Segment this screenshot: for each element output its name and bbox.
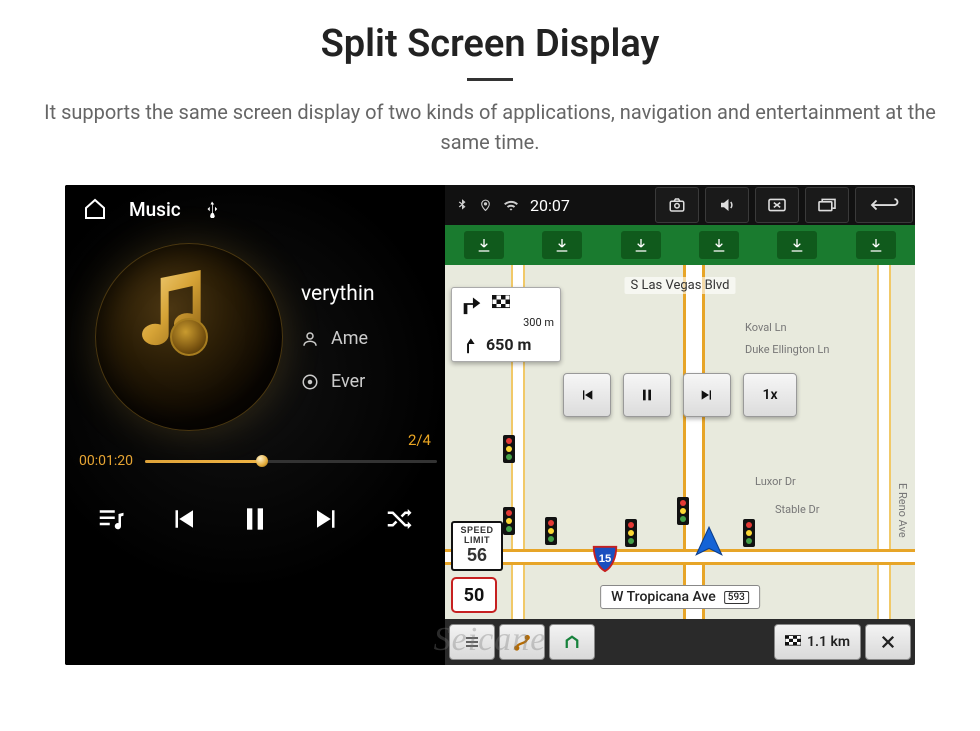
album-name: Ever — [331, 371, 365, 392]
volume-button[interactable] — [705, 187, 749, 223]
music-top-bar: Music — [65, 185, 445, 233]
nav-bottom-bar: 1.1 km — [445, 619, 915, 665]
track-index: 2/4 — [65, 431, 445, 449]
home-icon[interactable] — [83, 197, 107, 221]
seek-bar[interactable] — [145, 460, 437, 463]
nav-close-button[interactable] — [865, 624, 911, 660]
nav-next-distance[interactable]: 1.1 km — [774, 624, 861, 660]
current-street-name: W Tropicana Ave — [611, 589, 716, 605]
checkered-flag-icon — [492, 295, 510, 313]
music-pane: Music — [65, 185, 445, 665]
music-content-row: verythin Ame Ever — [65, 233, 445, 435]
seek-handle[interactable] — [256, 455, 268, 467]
sim-next-button[interactable] — [683, 373, 731, 417]
pause-button[interactable] — [233, 497, 277, 541]
right-pane: 20:07 — [445, 185, 915, 665]
traffic-light-icon — [503, 435, 515, 463]
album-art[interactable] — [95, 243, 283, 431]
speed-limit-value: 56 — [455, 545, 499, 565]
download-icon[interactable] — [777, 231, 817, 259]
elapsed-time: 00:01:20 — [79, 453, 133, 469]
playlist-button[interactable] — [89, 497, 133, 541]
music-top-title: Music — [129, 198, 181, 221]
next-track-button[interactable] — [305, 497, 349, 541]
close-app-button[interactable] — [755, 187, 799, 223]
checkered-flag-icon — [785, 635, 801, 649]
artist-name: Ame — [331, 328, 368, 349]
sim-speed-button[interactable]: 1x — [743, 373, 797, 417]
usb-icon[interactable] — [203, 200, 221, 218]
turn-secondary-distance: 300 m — [458, 316, 554, 329]
download-icon[interactable] — [856, 231, 896, 259]
interstate-shield: 15 — [590, 543, 620, 573]
download-icon[interactable] — [464, 231, 504, 259]
street-label: Duke Ellington Ln — [745, 343, 829, 356]
traffic-light-icon — [743, 519, 755, 547]
street-label: Luxor Dr — [755, 475, 796, 488]
street-label: Stable Dr — [775, 503, 819, 516]
screenshot-button[interactable] — [655, 187, 699, 223]
clock-label: 20:07 — [530, 196, 570, 215]
traffic-light-icon — [677, 497, 689, 525]
map-area[interactable]: S Las Vegas Blvd Koval Ln Duke Ellington… — [445, 225, 915, 665]
status-bar: 20:07 — [445, 185, 915, 225]
current-speed: 50 — [451, 577, 497, 613]
interstate-number: 15 — [599, 553, 612, 565]
sim-controls: 1x — [563, 373, 797, 417]
vehicle-cursor-icon — [692, 525, 726, 559]
recent-apps-button[interactable] — [805, 187, 849, 223]
shuffle-button[interactable] — [377, 497, 421, 541]
track-meta: verythin Ame Ever — [301, 282, 375, 392]
traffic-light-icon — [625, 519, 637, 547]
download-icon[interactable] — [621, 231, 661, 259]
track-title: verythin — [301, 282, 375, 306]
location-icon — [479, 197, 492, 213]
title-underline — [467, 78, 513, 81]
turn-right-then-left-icon — [458, 292, 486, 316]
artist-row: Ame — [301, 328, 375, 349]
nav-route-button[interactable] — [499, 624, 545, 660]
current-street-ribbon: W Tropicana Ave 593 — [600, 585, 760, 609]
road — [877, 265, 891, 665]
album-row: Ever — [301, 371, 375, 392]
route-shield: 593 — [724, 591, 749, 604]
person-icon — [301, 330, 319, 348]
turn-left-icon — [458, 333, 480, 355]
nav-menu-button[interactable] — [449, 624, 495, 660]
nav-detour-button[interactable] — [549, 624, 595, 660]
speed-limit-label: SPEED — [455, 525, 499, 535]
page-title: Split Screen Display — [0, 22, 980, 66]
street-label-blvd: S Las Vegas Blvd — [625, 277, 736, 294]
device-frame: Music — [65, 185, 915, 665]
progress-row: 00:01:20 — [65, 449, 445, 469]
turn-card[interactable]: 300 m 650 m — [451, 287, 561, 362]
page-description: It supports the same screen display of t… — [40, 97, 940, 157]
download-strip — [445, 225, 915, 265]
disc-icon — [301, 373, 319, 391]
road — [445, 549, 915, 565]
traffic-light-icon — [545, 517, 557, 545]
speed-limit-label: LIMIT — [455, 535, 499, 545]
traffic-light-icon — [503, 507, 515, 535]
nav-next-distance-value: 1.1 km — [807, 634, 850, 650]
back-button[interactable] — [855, 187, 913, 223]
street-label: E Reno Ave — [896, 483, 909, 538]
turn-primary-distance: 650 m — [486, 335, 531, 354]
download-icon[interactable] — [542, 231, 582, 259]
music-controls — [65, 497, 445, 541]
sim-prev-button[interactable] — [563, 373, 611, 417]
prev-track-button[interactable] — [161, 497, 205, 541]
speed-limit-sign: SPEED LIMIT 56 — [451, 521, 503, 571]
sim-pause-button[interactable] — [623, 373, 671, 417]
wifi-icon — [502, 198, 520, 212]
bluetooth-icon — [455, 197, 469, 213]
download-icon[interactable] — [699, 231, 739, 259]
street-label: Koval Ln — [745, 321, 787, 334]
